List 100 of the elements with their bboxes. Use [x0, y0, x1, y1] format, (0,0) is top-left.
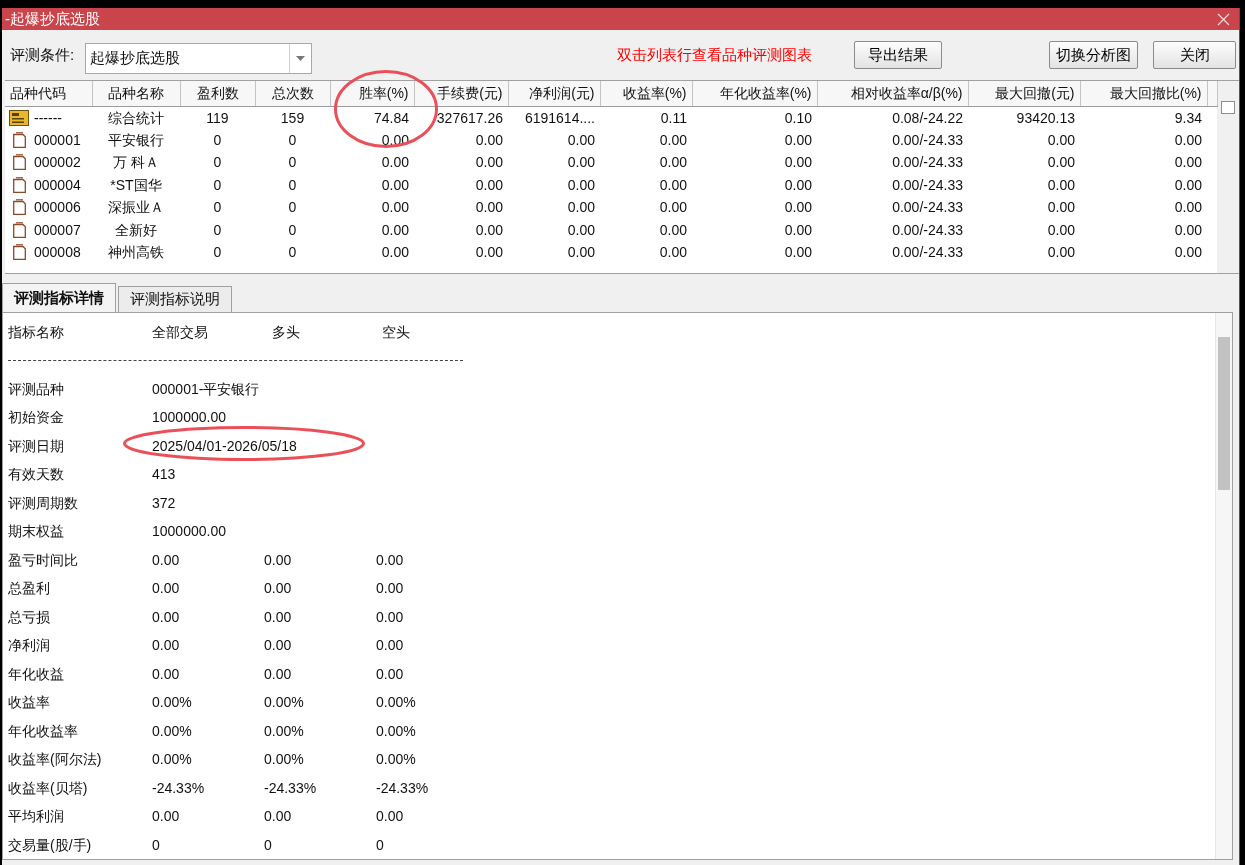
metric-value: 0.00 — [152, 665, 180, 682]
table-cell-text: *ST国华 — [109, 175, 163, 195]
table-cell-text: 0.00 — [566, 198, 596, 218]
stock-code: 000006 — [34, 200, 81, 215]
table-cell-text: 0 — [287, 130, 298, 150]
table-cell-text: 0.00 — [1046, 243, 1076, 263]
metric-label: 平均利润 — [8, 807, 65, 827]
metric-value: 0.00 — [264, 608, 292, 625]
hint-text: 双击列表行查看品种评测图表 — [617, 44, 813, 65]
table-cell: 159 — [255, 106, 330, 129]
table-cell-text: 0.00 — [1046, 175, 1076, 195]
metric-value: -24.33% — [152, 779, 205, 796]
document-icon — [12, 221, 26, 238]
table-cell-text: 0.00 — [783, 153, 813, 173]
table-cell-text: 0.00 — [474, 243, 504, 263]
table-cell-text: 0.00 — [566, 243, 596, 263]
metric-value: 0.00% — [264, 694, 304, 711]
table-cell: 9.34 — [1080, 106, 1207, 129]
table-cell-text: 0 — [212, 198, 223, 218]
switch-chart-button[interactable]: 切换分析图 — [1049, 41, 1138, 69]
metric-value: 0.00 — [376, 551, 404, 568]
table-cell: 74.84 — [330, 106, 414, 129]
metric-label: 评测日期 — [8, 436, 65, 456]
table-cell: 119 — [180, 106, 255, 129]
document-icon — [12, 154, 26, 171]
table-cell-text: 0.00/-24.33 — [891, 198, 964, 218]
table-cell-text: 0.00 — [380, 243, 410, 263]
metric-value: 0.00 — [152, 580, 180, 597]
tab[interactable]: 评测指标说明 — [118, 286, 232, 312]
metric-value: 0.00 — [264, 637, 292, 654]
checkbox[interactable] — [1221, 101, 1235, 114]
table-cell-text: 0 — [287, 175, 298, 195]
document-icon — [12, 176, 26, 193]
condition-dropdown[interactable]: 起爆抄底选股 — [85, 42, 312, 74]
scrollbar[interactable] — [1215, 313, 1232, 859]
table-cell: 0.11 — [600, 106, 692, 129]
table-cell-text: 0.00 — [783, 130, 813, 150]
table-cell-text: 0 — [212, 130, 223, 150]
metric-label: 评测品种 — [8, 379, 65, 399]
stock-code: 000001 — [34, 132, 81, 147]
table-cell-text: 0.00 — [380, 220, 410, 240]
metric-value: -24.33% — [264, 779, 317, 796]
metric-value: 0 — [376, 836, 384, 853]
column-label: 多头 — [272, 322, 301, 342]
column-header[interactable]: 年化收益率(%) — [692, 81, 817, 106]
close-icon[interactable] — [1217, 12, 1230, 26]
metric-label: 收益率 — [8, 693, 51, 713]
metric-value: 0.00 — [264, 580, 292, 597]
column-header[interactable]: 最大回撤比(%) — [1080, 81, 1207, 106]
column-header[interactable]: 品种代码 — [5, 81, 92, 106]
column-header[interactable]: 总次数 — [255, 81, 330, 106]
metric-label: 净利润 — [8, 636, 51, 656]
metric-value: 1000000.00 — [152, 409, 226, 426]
table-cell-text: 0.00 — [1173, 175, 1203, 195]
metric-value: 0.00 — [264, 665, 292, 682]
stock-code: 000004 — [34, 177, 81, 192]
column-header[interactable]: 收益率(%) — [600, 81, 692, 106]
table-cell-text: 0.00 — [783, 220, 813, 240]
table-cell-text: 0.00 — [658, 130, 688, 150]
metric-value: 0.00% — [264, 722, 304, 739]
column-header[interactable]: 盈利数 — [180, 81, 255, 106]
metric-value: 2025/04/01-2026/05/18 — [152, 437, 297, 454]
table-cell-text: 0.00 — [474, 130, 504, 150]
metric-label: 年化收益 — [8, 664, 65, 684]
column-header[interactable]: 品种名称 — [92, 81, 180, 106]
column-header[interactable]: 净利润(元) — [508, 81, 600, 106]
metric-label: 总亏损 — [8, 607, 51, 627]
table-cell-text: 0.00 — [783, 243, 813, 263]
metric-label: 评测周期数 — [8, 493, 79, 513]
close-button[interactable]: 关闭 — [1153, 41, 1236, 69]
table-cell-text: 0 — [287, 220, 298, 240]
table-cell-text: 神州高铁 — [107, 243, 165, 263]
tab[interactable]: 评测指标详情 — [2, 283, 116, 312]
metric-value: 0.00 — [376, 808, 404, 825]
export-button[interactable]: 导出结果 — [854, 41, 942, 69]
table-cell-text: 0.00 — [474, 198, 504, 218]
metric-label: 盈亏时间比 — [8, 550, 79, 570]
table-cell-text: 0.00 — [658, 243, 688, 263]
metric-value: 0.00% — [264, 751, 304, 768]
scrollbar-thumb[interactable] — [1218, 337, 1230, 490]
table-cell: 综合统计 — [92, 106, 180, 129]
table-cell-text: 0.00 — [1173, 130, 1203, 150]
column-header[interactable]: 相对收益率α/β(%) — [817, 81, 968, 106]
table-cell-text: 0.00 — [474, 220, 504, 240]
document-icon — [12, 131, 26, 148]
column-header[interactable]: 手续费(元) — [414, 81, 508, 106]
metric-value: 0 — [264, 836, 272, 853]
table-cell-text: 0.00 — [1173, 153, 1203, 173]
table-cell-text: 0.00/-24.33 — [891, 153, 964, 173]
table-cell-text: 0 — [287, 243, 298, 263]
table-cell: 0.08/-24.22 — [817, 106, 968, 129]
table-cell-text: 0.00 — [658, 198, 688, 218]
table-cell-text: 0.00 — [474, 153, 504, 173]
table-cell: 93420.13 — [968, 106, 1080, 129]
table-cell-text: 平安银行 — [107, 130, 165, 150]
column-header[interactable]: 最大回撤(元) — [968, 81, 1080, 106]
table-cell-text: 0.00/-24.33 — [891, 175, 964, 195]
table-cell-text: 0.00 — [1046, 130, 1076, 150]
metric-value: 0.00 — [376, 665, 404, 682]
metric-value: 0.00 — [152, 637, 180, 654]
